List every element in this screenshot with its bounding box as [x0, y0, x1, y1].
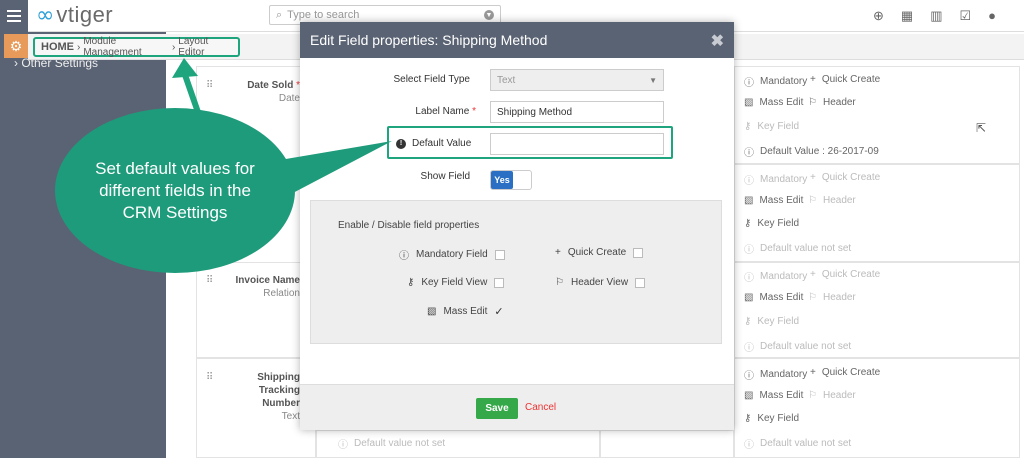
callout-bubble: Set default values for different fields …: [55, 108, 295, 273]
arrow-head-icon: [172, 58, 198, 78]
